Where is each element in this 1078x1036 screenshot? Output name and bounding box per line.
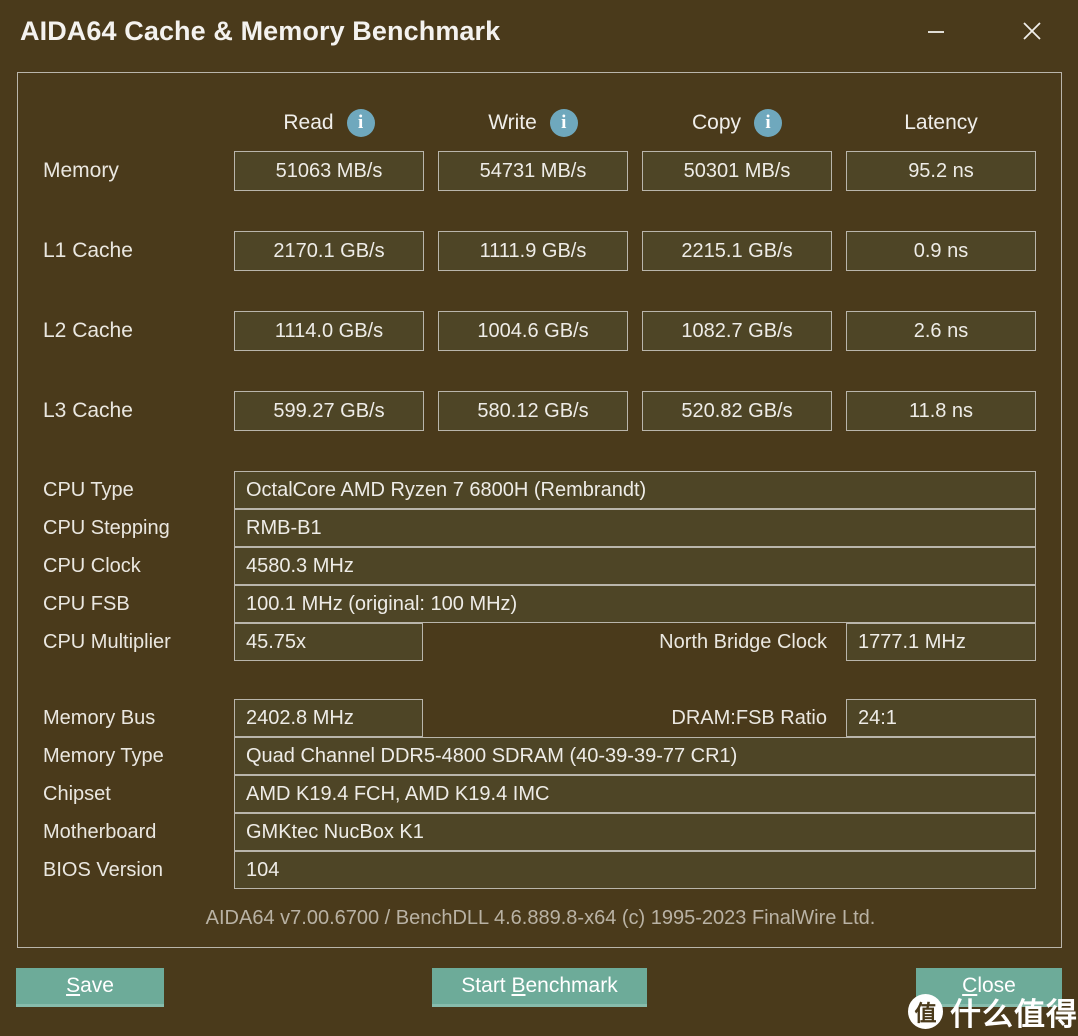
write-info-icon[interactable]: i — [549, 109, 578, 137]
column-header-copy: Copy i — [642, 106, 832, 140]
bench-value-l3-read: 599.27 GB/s — [234, 391, 424, 431]
cpu-clock-value: 4580.3 MHz — [234, 547, 1036, 585]
cpu-stepping-label: CPU Stepping — [43, 516, 170, 539]
bench-value-l3-write: 580.12 GB/s — [438, 391, 628, 431]
bench-value-memory-write: 54731 MB/s — [438, 151, 628, 191]
column-header-latency-label: Latency — [904, 111, 978, 134]
north-bridge-clock-value: 1777.1 MHz — [846, 623, 1036, 661]
minimize-button[interactable] — [913, 8, 959, 54]
bios-version-value: 104 — [234, 851, 1036, 889]
title-bar: AIDA64 Cache & Memory Benchmark — [0, 0, 1078, 68]
column-header-write-label: Write — [488, 111, 537, 134]
bench-value-l2-write: 1004.6 GB/s — [438, 311, 628, 351]
copy-info-icon[interactable]: i — [754, 109, 783, 137]
bench-value-l2-latency: 2.6 ns — [846, 311, 1036, 351]
bench-value-l2-copy: 1082.7 GB/s — [642, 311, 832, 351]
cpu-type-label: CPU Type — [43, 478, 134, 501]
read-info-icon[interactable]: i — [346, 109, 375, 137]
bench-row-label-memory: Memory — [43, 159, 119, 182]
save-button-label: Save — [66, 974, 114, 997]
cpu-fsb-label: CPU FSB — [43, 592, 130, 615]
cpu-type-value: OctalCore AMD Ryzen 7 6800H (Rembrandt) — [234, 471, 1036, 509]
bench-row-label-l1-cache: L1 Cache — [43, 239, 133, 262]
bench-value-l3-latency: 11.8 ns — [846, 391, 1036, 431]
start-benchmark-button[interactable]: Start Benchmark — [432, 968, 647, 1007]
bench-value-l1-copy: 2215.1 GB/s — [642, 231, 832, 271]
dram-fsb-ratio-label: DRAM:FSB Ratio — [671, 706, 827, 729]
column-header-read: Read i — [234, 106, 424, 140]
bench-row-label-l2-cache: L2 Cache — [43, 319, 133, 342]
window-title: AIDA64 Cache & Memory Benchmark — [20, 16, 501, 46]
motherboard-label: Motherboard — [43, 820, 157, 843]
close-window-button[interactable] — [1009, 8, 1055, 54]
bios-version-label: BIOS Version — [43, 858, 164, 881]
start-benchmark-button-label: Start Benchmark — [461, 974, 618, 997]
version-credit-text: AIDA64 v7.00.6700 / BenchDLL 4.6.889.8-x… — [205, 907, 876, 929]
save-button[interactable]: Save — [16, 968, 164, 1007]
chipset-value: AMD K19.4 FCH, AMD K19.4 IMC — [234, 775, 1036, 813]
motherboard-value: GMKtec NucBox K1 — [234, 813, 1036, 851]
minimize-icon — [928, 31, 944, 33]
main-panel: Read i Write i Copy i Latency Memory 510… — [17, 72, 1062, 948]
dram-fsb-ratio-value: 24:1 — [846, 699, 1036, 737]
bench-value-memory-latency: 95.2 ns — [846, 151, 1036, 191]
cpu-fsb-value: 100.1 MHz (original: 100 MHz) — [234, 585, 1036, 623]
bench-value-l1-write: 1111.9 GB/s — [438, 231, 628, 271]
memory-type-value: Quad Channel DDR5-4800 SDRAM (40-39-39-7… — [234, 737, 1036, 775]
cpu-stepping-value: RMB-B1 — [234, 509, 1036, 547]
close-button-label: Close — [962, 974, 1016, 997]
bench-row-label-l3-cache: L3 Cache — [43, 399, 133, 422]
cpu-multiplier-value: 45.75x — [234, 623, 423, 661]
bench-value-l1-latency: 0.9 ns — [846, 231, 1036, 271]
cpu-clock-label: CPU Clock — [43, 554, 141, 577]
bench-value-memory-copy: 50301 MB/s — [642, 151, 832, 191]
memory-type-label: Memory Type — [43, 744, 164, 767]
column-header-write: Write i — [438, 106, 628, 140]
memory-bus-label: Memory Bus — [43, 706, 156, 729]
bench-value-memory-read: 51063 MB/s — [234, 151, 424, 191]
column-header-copy-label: Copy — [691, 111, 742, 134]
close-icon — [1023, 22, 1041, 40]
column-header-read-label: Read — [283, 111, 334, 134]
close-button[interactable]: Close — [916, 968, 1062, 1007]
bench-value-l3-copy: 520.82 GB/s — [642, 391, 832, 431]
bench-value-l1-read: 2170.1 GB/s — [234, 231, 424, 271]
bench-value-l2-read: 1114.0 GB/s — [234, 311, 424, 351]
column-header-latency: Latency — [846, 106, 1036, 140]
cpu-multiplier-label: CPU Multiplier — [43, 630, 171, 653]
north-bridge-clock-label: North Bridge Clock — [659, 630, 827, 653]
chipset-label: Chipset — [43, 782, 111, 805]
memory-bus-value: 2402.8 MHz — [234, 699, 423, 737]
